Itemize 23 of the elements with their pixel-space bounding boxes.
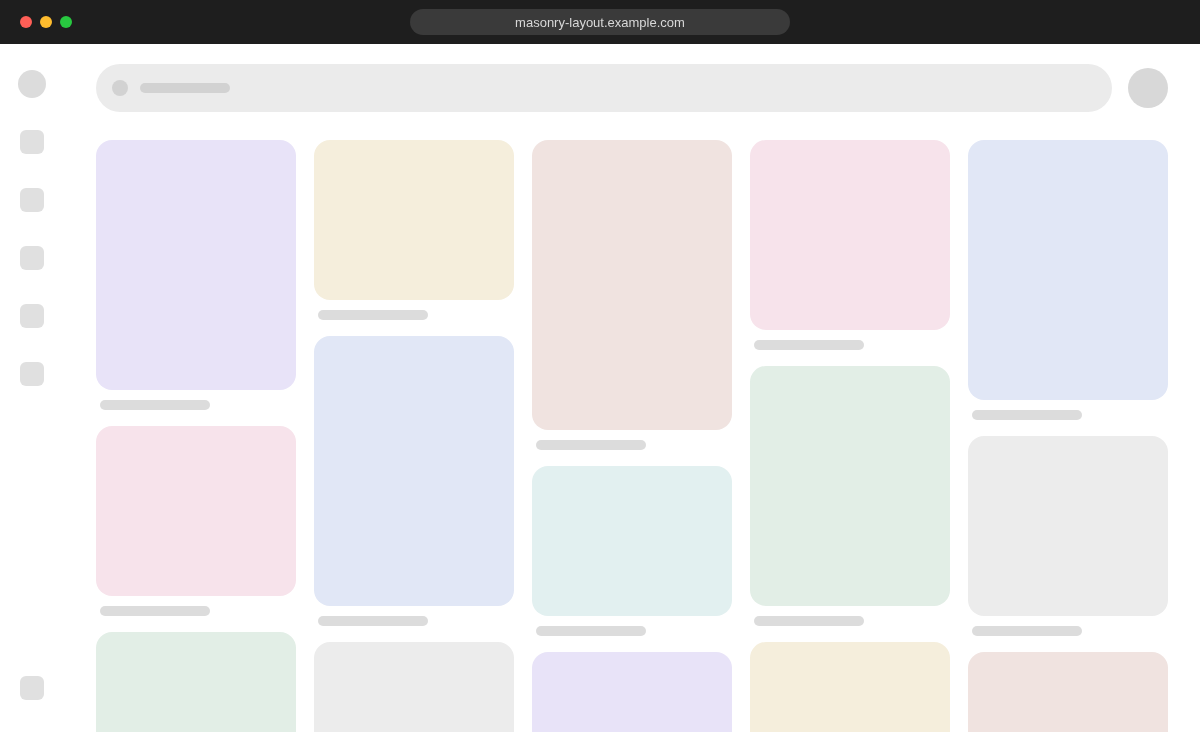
nav-icon[interactable]	[20, 130, 44, 154]
nav-icon[interactable]	[20, 676, 44, 700]
nav-icon[interactable]	[20, 246, 44, 270]
card-image[interactable]	[750, 366, 950, 606]
address-bar[interactable]: masonry-layout.example.com	[410, 9, 790, 35]
card-image[interactable]	[968, 140, 1168, 400]
maximize-dot-icon[interactable]	[60, 16, 72, 28]
avatar[interactable]	[1128, 68, 1168, 108]
nav-icon[interactable]	[20, 362, 44, 386]
search-field[interactable]	[96, 64, 1112, 112]
nav-icon[interactable]	[20, 188, 44, 212]
card-image[interactable]	[96, 140, 296, 390]
card-image[interactable]	[750, 140, 950, 330]
card-image[interactable]	[314, 336, 514, 606]
card-image[interactable]	[96, 426, 296, 596]
card-image[interactable]	[532, 466, 732, 616]
search-icon	[112, 80, 128, 96]
close-dot-icon[interactable]	[20, 16, 32, 28]
card-image[interactable]	[532, 140, 732, 430]
card-image[interactable]	[314, 140, 514, 300]
nav-icon[interactable]	[20, 304, 44, 328]
minimize-dot-icon[interactable]	[40, 16, 52, 28]
logo-icon	[18, 70, 46, 98]
